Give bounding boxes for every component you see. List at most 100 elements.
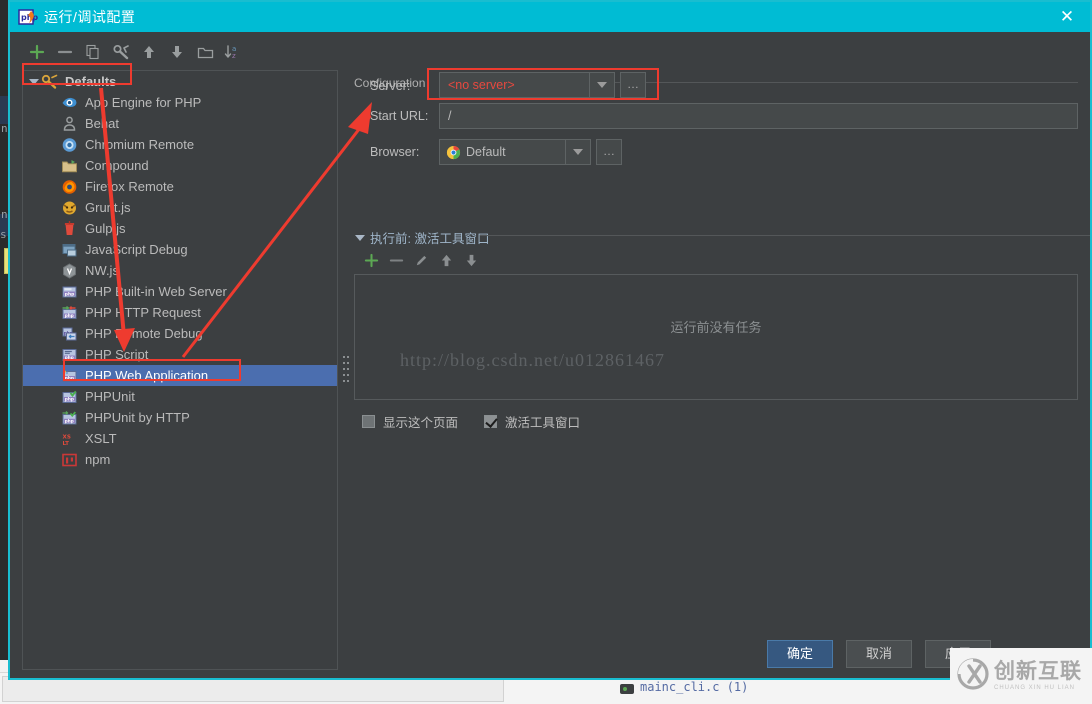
dialog-title: 运行/调试配置 <box>44 9 136 25</box>
start-url-input[interactable]: / <box>439 103 1078 129</box>
tree-item-label: PHPUnit by HTTP <box>85 410 190 425</box>
minus-icon[interactable] <box>52 40 78 64</box>
tree-item-label: PHPUnit <box>85 389 135 404</box>
before-launch-empty-text: 运行前没有任务 <box>670 320 762 335</box>
grunt-icon <box>61 200 79 216</box>
svg-text:php: php <box>65 396 74 402</box>
before-launch-header[interactable]: 执行前: 激活工具窗口 <box>354 228 489 247</box>
arrow-down-icon[interactable] <box>164 40 190 64</box>
server-combo[interactable]: <no server> <box>439 72 615 98</box>
tree-root-defaults[interactable]: Defaults <box>23 71 337 92</box>
js-debug-icon <box>61 242 79 258</box>
chevron-down-icon[interactable] <box>354 232 366 244</box>
php-script-icon: php <box>61 347 79 363</box>
show-page-label: 显示这个页面 <box>383 416 459 430</box>
panel-splitter[interactable] <box>342 352 350 392</box>
arrow-up-icon[interactable] <box>433 250 459 270</box>
tree-item-gulp-js[interactable]: Gulp.js <box>23 218 337 239</box>
start-url-label: Start URL: <box>370 109 429 123</box>
phpunit-http-icon: php <box>61 410 79 426</box>
tree-item-app-engine-for-php[interactable]: App Engine for PHP <box>23 92 337 113</box>
logo-text-en: CHUANG XIN HU LIAN <box>994 685 1076 691</box>
tree-item-label: npm <box>85 452 111 467</box>
before-launch-task-list[interactable]: 运行前没有任务 <box>354 274 1078 400</box>
dialog-titlebar: php 运行/调试配置 ✕ <box>10 2 1090 32</box>
pencil-icon[interactable] <box>408 250 434 270</box>
svg-text:php: php <box>65 354 74 359</box>
tree-item-label: XSLT <box>85 431 117 446</box>
chevron-down-icon[interactable] <box>27 75 41 89</box>
cancel-button[interactable]: 取消 <box>846 640 912 668</box>
tree-item-phpunit[interactable]: php PHPUnit <box>23 386 337 407</box>
logo-mark-icon <box>956 657 990 696</box>
chevron-down-icon[interactable] <box>565 140 590 164</box>
tree-item-label: NW.js <box>85 263 119 278</box>
arrow-up-icon[interactable] <box>136 40 162 64</box>
chrome-icon <box>446 145 461 160</box>
tree-item-compound[interactable]: Compound <box>23 155 337 176</box>
background-left-text-3: s <box>0 228 7 241</box>
tree-item-php-http-request[interactable]: php PHP HTTP Request <box>23 302 337 323</box>
tree-item-phpunit-by-http[interactable]: php PHPUnit by HTTP <box>23 407 337 428</box>
tree-item-label: PHP HTTP Request <box>85 305 201 320</box>
background-left-text-2: n <box>1 208 8 221</box>
phpunit-icon: php <box>61 389 79 405</box>
tree-item-nw-js[interactable]: NW.js <box>23 260 337 281</box>
sort-az-icon[interactable]: a z <box>220 40 246 64</box>
php-http-icon: php <box>61 305 79 321</box>
tree-item-xslt[interactable]: XS LT XSLT <box>23 428 337 449</box>
background-run-indicator <box>620 684 634 694</box>
tree-item-php-script[interactable]: php PHP Script <box>23 344 337 365</box>
app-engine-icon <box>61 95 79 111</box>
folder-icon[interactable] <box>192 40 218 64</box>
ok-button[interactable]: 确定 <box>767 640 833 668</box>
close-icon[interactable]: ✕ <box>1044 2 1090 32</box>
wrench-icon[interactable] <box>108 40 134 64</box>
copy-icon[interactable] <box>80 40 106 64</box>
tree-item-php-built-in-web-server[interactable]: php PHP Built-in Web Server <box>23 281 337 302</box>
chevron-down-icon[interactable] <box>589 73 614 97</box>
tree-item-label: PHP Remote Debug <box>85 326 203 341</box>
before-launch-toolbar <box>358 250 498 272</box>
wrench-icon <box>41 74 59 90</box>
tree-item-label: Gulp.js <box>85 221 126 236</box>
server-label: Server: <box>370 79 411 93</box>
gulp-icon <box>61 220 79 237</box>
tree-item-php-web-application[interactable]: php PHP Web Application <box>23 365 337 386</box>
tree-item-grunt-js[interactable]: Grunt.js <box>23 197 337 218</box>
tree-item-chromium-remote[interactable]: Chromium Remote <box>23 134 337 155</box>
configurations-tree[interactable]: Defaults App Engine for PHP Behat Chromium… <box>22 70 338 670</box>
tree-item-npm[interactable]: npm <box>23 449 337 470</box>
browser-browse-button[interactable]: … <box>596 139 622 165</box>
arrow-down-icon[interactable] <box>458 250 484 270</box>
tree-item-label: Compound <box>85 158 149 173</box>
browser-combo[interactable]: Default <box>439 139 591 165</box>
tree-item-javascript-debug[interactable]: JavaScript Debug <box>23 239 337 260</box>
watermark-url: http://blog.csdn.net/u012861467 <box>400 350 665 370</box>
tree-item-php-remote-debug[interactable]: php PHP Remote Debug <box>23 323 337 344</box>
svg-text:php: php <box>65 375 74 381</box>
plus-icon[interactable] <box>358 250 384 270</box>
activate-tool-window-label: 激活工具窗口 <box>505 416 581 430</box>
browser-value: Default <box>466 145 506 159</box>
svg-text:LT: LT <box>63 440 70 446</box>
npm-icon <box>61 452 79 468</box>
minus-icon[interactable] <box>383 250 409 270</box>
server-browse-button[interactable]: … <box>620 72 646 98</box>
tree-item-firefox-remote[interactable]: Firefox Remote <box>23 176 337 197</box>
tree-item-behat[interactable]: Behat <box>23 113 337 134</box>
tree-item-container: App Engine for PHP Behat Chromium Remote Co… <box>23 92 337 470</box>
chromium-icon <box>61 137 79 153</box>
show-page-checkbox[interactable] <box>362 415 375 428</box>
svg-text:z: z <box>232 52 236 60</box>
tree-item-label: PHP Web Application <box>85 368 209 383</box>
tree-item-label: Chromium Remote <box>85 137 195 152</box>
plus-icon[interactable] <box>24 40 50 64</box>
before-launch-divider <box>480 235 1090 236</box>
server-value: <no server> <box>448 78 515 92</box>
before-launch-title: 执行前: 激活工具窗口 <box>370 232 490 246</box>
activate-tool-window-checkbox[interactable] <box>484 415 498 428</box>
php-remote-icon: php <box>61 326 79 342</box>
svg-text:php: php <box>65 312 74 317</box>
php-web-icon: php <box>61 368 79 384</box>
